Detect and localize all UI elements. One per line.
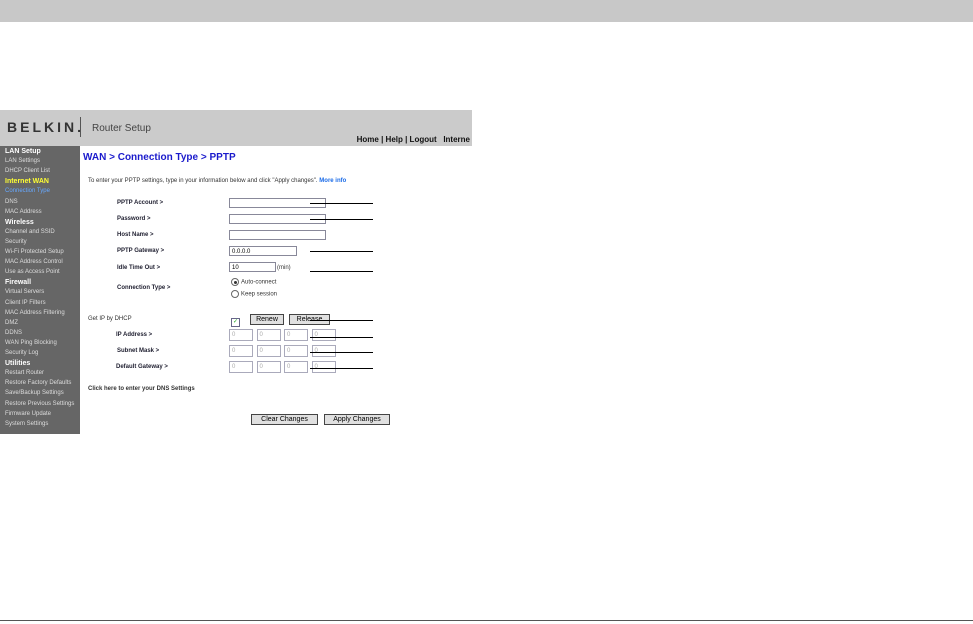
idle-unit: (min) [277,265,291,271]
ip-address-octet-input[interactable]: 0 [256,329,281,341]
callout-line [310,251,373,252]
sidebar-item[interactable]: Restore Previous Settings [5,401,74,407]
sidebar-item[interactable]: MAC Address [5,209,42,215]
sidebar-item[interactable]: System Settings [5,421,48,427]
host-name-input[interactable] [229,230,326,240]
auto-connect-label: Auto-connect [241,279,277,286]
sidebar-item[interactable]: DNS [5,199,18,205]
subnet-mask-octet-input[interactable]: 0 [311,345,336,357]
subnet-mask-octet-input[interactable]: 0 [229,345,253,357]
callout-line [310,219,373,220]
ip-address-octet-input[interactable]: 0 [284,329,308,341]
default-gateway-octet-input[interactable]: 0 [229,361,253,373]
sidebar-item[interactable]: Restore Factory Defaults [5,380,71,386]
sidebar-item[interactable]: Client IP Filters [5,300,46,306]
sidebar-item[interactable]: Firmware Update [5,411,51,417]
header-links[interactable]: Home | Help | Logout Interne [357,135,470,144]
keep-session-label: Keep session [241,291,278,298]
page-title: WAN > Connection Type > PPTP [83,152,236,163]
sidebar-item[interactable]: Internet WAN [5,178,49,185]
intro-label: To enter your PPTP settings, type in you… [88,178,320,184]
ip-address-octet-input[interactable]: 0 [311,329,336,341]
sidebar-item[interactable]: MAC Address Filtering [5,310,65,316]
pptp-gateway-input[interactable]: 0.0.0.0 [229,246,297,256]
sidebar-item[interactable]: Restart Router [5,370,44,376]
sidebar-item[interactable]: DHCP Client List [5,168,50,174]
sidebar-item[interactable]: Security [5,239,27,245]
callout-line [310,337,373,338]
logo-divider [80,117,81,137]
sidebar-item[interactable]: Use as Access Point [5,269,60,275]
header: BELKIN. Router Setup Home | Help | Logou… [0,110,472,146]
subnet-mask-octet-input[interactable]: 0 [256,345,281,357]
default-gateway-octet-input[interactable]: 0 [311,361,336,373]
subnet-mask-octet-input[interactable]: 0 [284,345,308,357]
router-screenshot: BELKIN. Router Setup Home | Help | Logou… [0,110,472,434]
sidebar-item: Wireless [5,218,34,226]
more-info-link[interactable]: More info [319,178,346,184]
subnet-mask-label: Subnet Mask > [117,348,160,354]
dhcp-checkbox[interactable]: ✓ [231,318,240,327]
sidebar-item: Utilities [5,360,31,368]
sidebar-item[interactable]: Channel and SSID [5,229,55,235]
idle-timeout-label: Idle Time Out > [117,265,161,271]
sidebar-item[interactable]: Virtual Servers [5,289,44,295]
top-bar [0,0,973,22]
pptp-account-label: PPTP Account > [117,200,164,206]
sidebar-item[interactable]: LAN Settings [5,158,40,164]
callout-line [310,203,373,204]
bottom-rule [0,620,973,621]
default-gateway-octet-input[interactable]: 0 [256,361,281,373]
pptp-gateway-label: PPTP Gateway > [117,248,165,254]
sidebar-item[interactable]: WAN Ping Blocking [5,340,57,346]
idle-timeout-input[interactable]: 10 [229,262,276,272]
clear-changes-button[interactable]: Clear Changes [251,414,318,425]
ip-address-octet-input[interactable]: 0 [229,329,253,341]
app-title: Router Setup [92,123,151,134]
keep-session-radio[interactable]: Keep session [231,290,277,298]
sidebar-item[interactable]: DMZ [5,320,18,326]
sidebar-item: Firewall [5,279,32,287]
sidebar-item[interactable]: DDNS [5,330,22,336]
default-gateway-label: Default Gateway > [116,364,168,370]
sidebar-item[interactable]: MAC Address Control [5,259,63,265]
sidebar: LAN Setup LAN Settings DHCP Client List Int… [0,146,80,434]
sidebar-item: LAN Setup [5,148,41,155]
belkin-logo: BELKIN. [7,119,84,135]
auto-connect-radio[interactable]: Auto-connect [231,278,276,286]
sidebar-item[interactable]: Connection Type [5,188,50,194]
renew-button[interactable]: Renew [250,314,284,325]
connection-type-label: Connection Type > [117,285,171,291]
callout-line [310,352,373,353]
callout-line [310,368,373,369]
dhcp-label: Get IP by DHCP [88,316,132,322]
callout-line [310,320,373,321]
ip-address-label: IP Address > [116,332,153,338]
dns-settings-link[interactable]: Click here to enter your DNS Settings [88,386,195,392]
radio-icon [231,290,239,298]
host-name-label: Host Name > [117,232,154,238]
sidebar-item[interactable]: Save/Backup Settings [5,390,64,396]
sidebar-item[interactable]: Wi-Fi Protected Setup [5,249,64,255]
callout-line [310,271,373,272]
intro-text: To enter your PPTP settings, type in you… [88,178,346,184]
password-label: Password > [117,216,151,222]
radio-selected-icon [231,278,239,286]
default-gateway-octet-input[interactable]: 0 [284,361,308,373]
sidebar-item[interactable]: Security Log [5,350,38,356]
apply-changes-button[interactable]: Apply Changes [324,414,390,425]
